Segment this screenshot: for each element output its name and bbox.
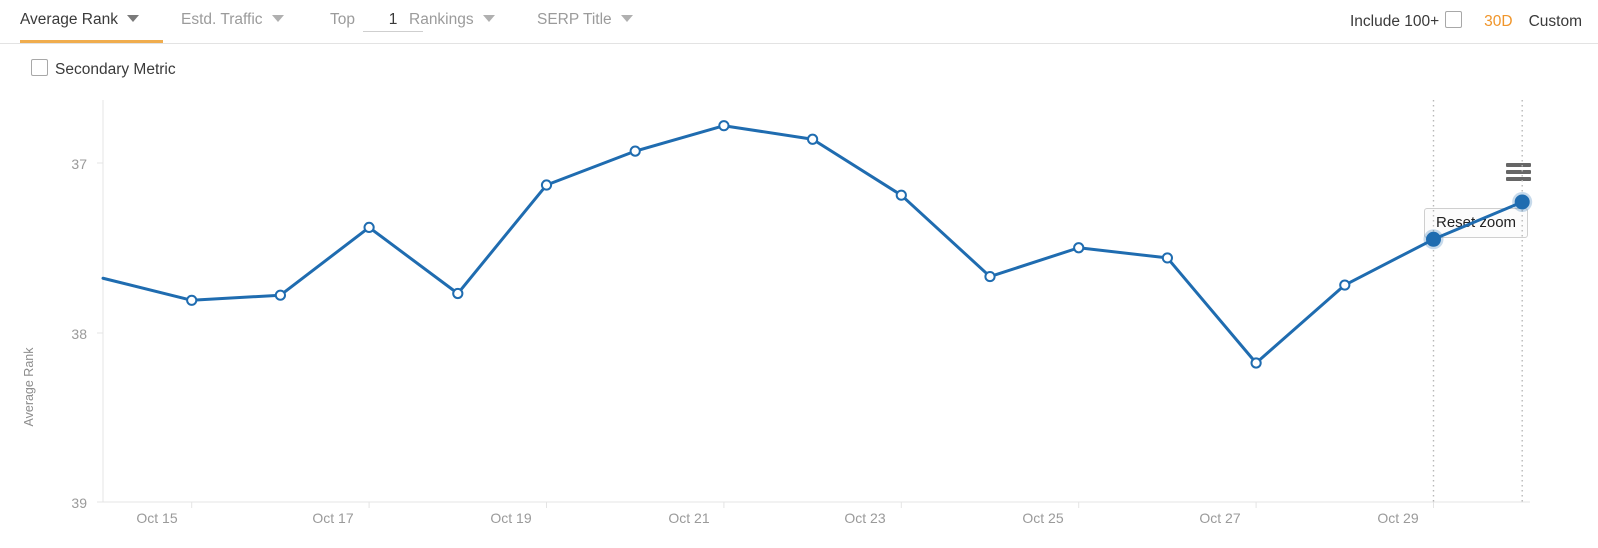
range-30d-button[interactable]: 30D (1484, 13, 1512, 30)
top-label: Top (330, 11, 355, 28)
chevron-down-icon[interactable] (126, 15, 139, 22)
secondary-metric-label: Secondary Metric (55, 61, 176, 78)
tab-estd-traffic[interactable]: Estd. Traffic (181, 11, 284, 29)
tab-estd-traffic-label: Estd. Traffic (181, 11, 263, 28)
chart-plot-area (97, 100, 1533, 508)
tab-serp-title-label: SERP Title (537, 11, 612, 28)
tab-serp-title[interactable]: SERP Title (537, 11, 633, 29)
tab-average-rank-label: Average Rank (20, 11, 118, 28)
tab-rankings-label: Rankings (409, 11, 474, 28)
include-100-label: Include 100+ (1349, 13, 1440, 30)
range-custom-button[interactable]: Custom (1529, 13, 1582, 30)
chevron-down-icon[interactable] (271, 15, 284, 22)
chevron-down-icon[interactable] (482, 15, 495, 22)
filter-toolbar: Average Rank Estd. Traffic Top Rankings … (0, 0, 1598, 44)
chevron-down-icon[interactable] (620, 15, 633, 22)
tab-average-rank[interactable]: Average Rank (20, 11, 139, 29)
secondary-metric-checkbox[interactable] (31, 59, 48, 76)
include-100-checkbox[interactable] (1445, 11, 1463, 28)
range-controls: Include 100+ 30D Custom (1350, 11, 1582, 31)
secondary-metric-toggle[interactable]: Secondary Metric (31, 59, 176, 79)
active-tab-underline (20, 40, 163, 43)
average-rank-line-chart: Reset zoom Average Rank 37 38 39 Oct 15 … (0, 80, 1598, 548)
tab-rankings[interactable]: Rankings (409, 11, 495, 29)
